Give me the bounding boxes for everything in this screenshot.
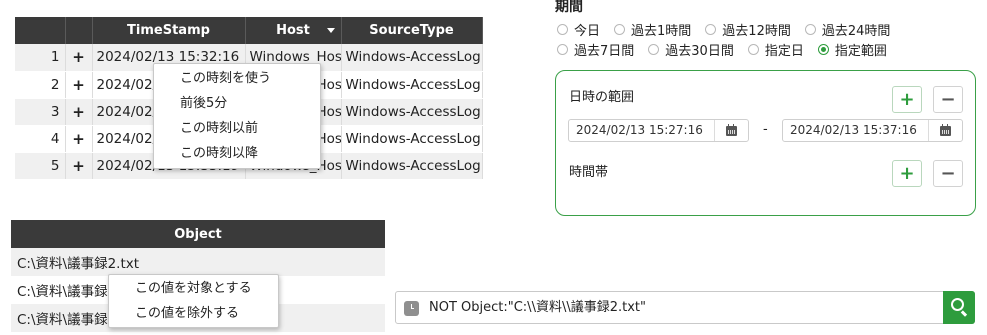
period-options-row-2: 過去7日間 過去30日間 指定日 指定範囲 — [557, 40, 887, 59]
radio-specified-day[interactable]: 指定日 — [747, 40, 804, 59]
row-number: 3 — [15, 98, 66, 126]
header-host-label: Host — [276, 23, 310, 38]
timestamp-context-menu: この時刻を使う 前後5分 この時刻以前 この時刻以降 — [153, 63, 321, 169]
radio-label: 指定日 — [764, 44, 804, 59]
radio-label: 過去30日間 — [665, 44, 734, 59]
radio-button-icon[interactable] — [804, 24, 816, 35]
add-time-band-button[interactable]: + — [892, 160, 922, 187]
range-separator: - — [763, 122, 768, 137]
calendar-icon[interactable] — [714, 120, 748, 141]
expand-row-button[interactable]: + — [65, 98, 93, 126]
time-band-label: 時間帯 — [569, 165, 609, 180]
radio-button-icon[interactable] — [705, 24, 717, 35]
header-host[interactable]: Host — [245, 17, 342, 44]
radio-label: 過去12時間 — [722, 24, 791, 39]
menu-item-before-this-time[interactable]: この時刻以前 — [154, 116, 320, 141]
header-row-number — [15, 17, 66, 44]
add-datetime-range-button[interactable]: + — [892, 86, 922, 113]
sourcetype-cell[interactable]: Windows-AccessLog — [341, 125, 483, 153]
radio-past-30-days[interactable]: 過去30日間 — [648, 40, 734, 59]
search-bar: NOT Object:"C:\\資料\\議事録2.txt" — [395, 291, 975, 324]
start-datetime-input[interactable]: 2024/02/13 15:27:16 — [568, 119, 749, 142]
header-timestamp[interactable]: TimeStamp — [92, 17, 246, 44]
search-button[interactable] — [943, 291, 975, 324]
radio-label: 過去24時間 — [821, 24, 891, 39]
log-table-header-row: TimeStamp Host SourceType — [15, 17, 483, 44]
sort-caret-icon[interactable] — [326, 28, 335, 33]
expand-row-button[interactable]: + — [65, 152, 93, 180]
radio-button-icon[interactable] — [557, 44, 568, 55]
end-datetime-input[interactable]: 2024/02/13 15:37:16 — [782, 119, 963, 142]
radio-past-7-days[interactable]: 過去7日間 — [557, 40, 634, 59]
header-expand — [65, 17, 93, 44]
radio-past-24-hours[interactable]: 過去24時間 — [804, 20, 891, 39]
sourcetype-cell[interactable]: Windows-AccessLog — [341, 71, 483, 99]
object-cell[interactable]: C:\資料\議事録2.txt — [11, 248, 385, 276]
radio-button-icon[interactable] — [648, 44, 660, 55]
radio-specified-range[interactable]: 指定範囲 — [817, 40, 887, 59]
search-icon — [951, 298, 964, 311]
start-datetime-value: 2024/02/13 15:27:16 — [576, 123, 703, 137]
radio-today[interactable]: 今日 — [557, 20, 600, 39]
radio-label: 指定範囲 — [834, 44, 887, 59]
radio-button-icon[interactable] — [747, 44, 759, 55]
value-context-menu: この値を対象とする この値を除外する — [108, 274, 279, 328]
period-options-row-1: 今日 過去1時間 過去12時間 過去24時間 — [557, 20, 890, 39]
radio-label: 過去1時間 — [631, 24, 692, 39]
table-row: C:\資料\議事録2.txt — [11, 248, 385, 276]
sourcetype-cell[interactable]: Windows-AccessLog — [341, 44, 483, 72]
radio-label: 今日 — [574, 24, 601, 39]
radio-button-checked-icon[interactable] — [817, 44, 829, 55]
menu-item-use-this-time[interactable]: この時刻を使う — [154, 66, 320, 91]
menu-item-exclude-value[interactable]: この値を除外する — [109, 301, 278, 326]
remove-datetime-range-button[interactable]: − — [933, 86, 963, 113]
date-range-panel: 日時の範囲 + − 2024/02/13 15:27:16 - 2024/02/… — [555, 70, 976, 216]
expand-row-button[interactable]: + — [65, 71, 93, 99]
row-number: 1 — [15, 44, 66, 72]
row-number: 4 — [15, 125, 66, 153]
header-sourcetype[interactable]: SourceType — [341, 17, 483, 44]
end-datetime-value: 2024/02/13 15:37:16 — [790, 123, 917, 137]
menu-item-include-value[interactable]: この値を対象とする — [109, 276, 278, 301]
radio-button-icon[interactable] — [557, 24, 568, 35]
sourcetype-cell[interactable]: Windows-AccessLog — [341, 98, 483, 126]
row-number: 2 — [15, 71, 66, 99]
search-input[interactable]: NOT Object:"C:\\資料\\議事録2.txt" — [429, 292, 646, 323]
menu-item-plus-minus-5min[interactable]: 前後5分 — [154, 91, 320, 116]
expand-row-button[interactable]: + — [65, 125, 93, 153]
radio-button-icon[interactable] — [614, 24, 626, 35]
datetime-range-label: 日時の範囲 — [569, 90, 635, 105]
remove-time-band-button[interactable]: − — [933, 160, 963, 187]
history-icon[interactable] — [404, 301, 419, 316]
header-object[interactable]: Object — [11, 220, 385, 248]
object-table-header-row: Object — [11, 220, 385, 248]
radio-label: 過去7日間 — [574, 44, 635, 59]
expand-row-button[interactable]: + — [65, 44, 93, 72]
row-number: 5 — [15, 152, 66, 180]
menu-item-after-this-time[interactable]: この時刻以降 — [154, 141, 320, 166]
radio-past-12-hours[interactable]: 過去12時間 — [705, 20, 791, 39]
calendar-icon[interactable] — [928, 120, 962, 141]
radio-past-1-hour[interactable]: 過去1時間 — [614, 20, 691, 39]
sourcetype-cell[interactable]: Windows-AccessLog — [341, 152, 483, 180]
period-title: 期間 — [555, 0, 583, 15]
